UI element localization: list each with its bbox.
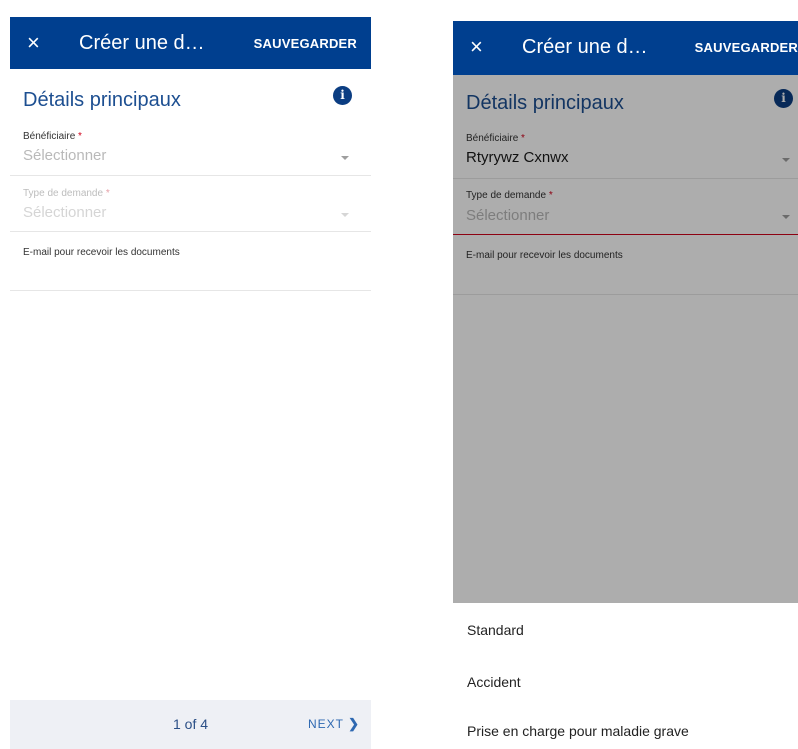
request-type-label: Type de demande * [23, 188, 110, 199]
required-mark: * [105, 188, 110, 199]
footer-pager: 1 of 4 NEXT ❯ [10, 700, 371, 749]
beneficiary-value: Sélectionner [23, 147, 107, 164]
request-type-value: Sélectionner [23, 204, 107, 221]
next-button[interactable]: NEXT ❯ [308, 715, 359, 733]
chevron-down-icon [341, 213, 349, 217]
option-serious-illness[interactable]: Prise en charge pour maladie grave [467, 722, 689, 740]
required-mark: * [78, 131, 82, 142]
form-screen-dropdown-open: × Créer une d… SAUVEGARDER Détails princ… [453, 21, 798, 749]
beneficiary-label: Bénéficiaire * [23, 131, 82, 142]
chevron-right-icon: ❯ [348, 716, 359, 731]
email-label: E-mail pour recevoir les documents [23, 247, 180, 258]
chevron-down-icon [341, 156, 349, 160]
divider [10, 231, 371, 232]
page-indicator: 1 of 4 [173, 716, 209, 732]
page-title: Créer une d… [522, 36, 648, 58]
divider [10, 290, 371, 291]
top-app-bar: × Créer une d… SAUVEGARDER [453, 21, 798, 75]
page-title: Créer une d… [79, 32, 205, 54]
option-standard[interactable]: Standard [467, 621, 524, 639]
option-accident[interactable]: Accident [467, 673, 521, 691]
form-screen-default: × Créer une d… SAUVEGARDER Détails princ… [10, 17, 371, 749]
close-icon[interactable]: × [27, 30, 40, 56]
save-button[interactable]: SAUVEGARDER [254, 36, 357, 52]
info-icon[interactable]: i [333, 86, 352, 105]
modal-backdrop[interactable] [453, 75, 798, 603]
close-icon[interactable]: × [470, 34, 483, 60]
save-button[interactable]: SAUVEGARDER [695, 40, 798, 56]
section-title: Détails principaux [23, 89, 181, 111]
top-app-bar: × Créer une d… SAUVEGARDER [10, 17, 371, 69]
divider [10, 175, 371, 176]
dropdown-options: Standard Accident Prise en charge pour m… [453, 603, 798, 749]
next-label: NEXT [307, 717, 344, 731]
